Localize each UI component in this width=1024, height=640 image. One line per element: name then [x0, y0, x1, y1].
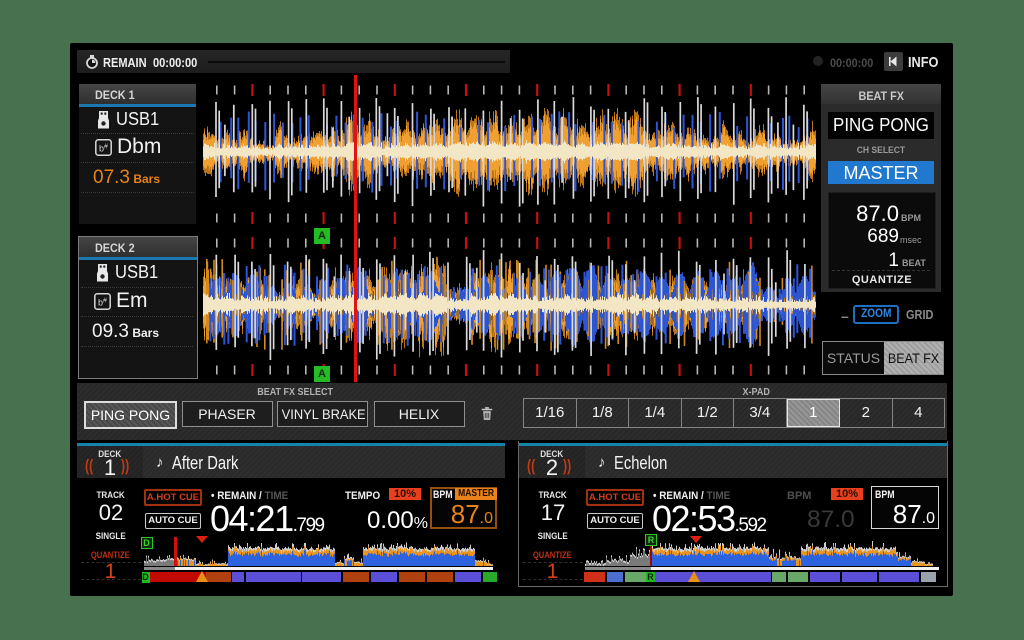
svg-text:#: #: [103, 298, 107, 305]
svg-text:#: #: [104, 144, 108, 151]
